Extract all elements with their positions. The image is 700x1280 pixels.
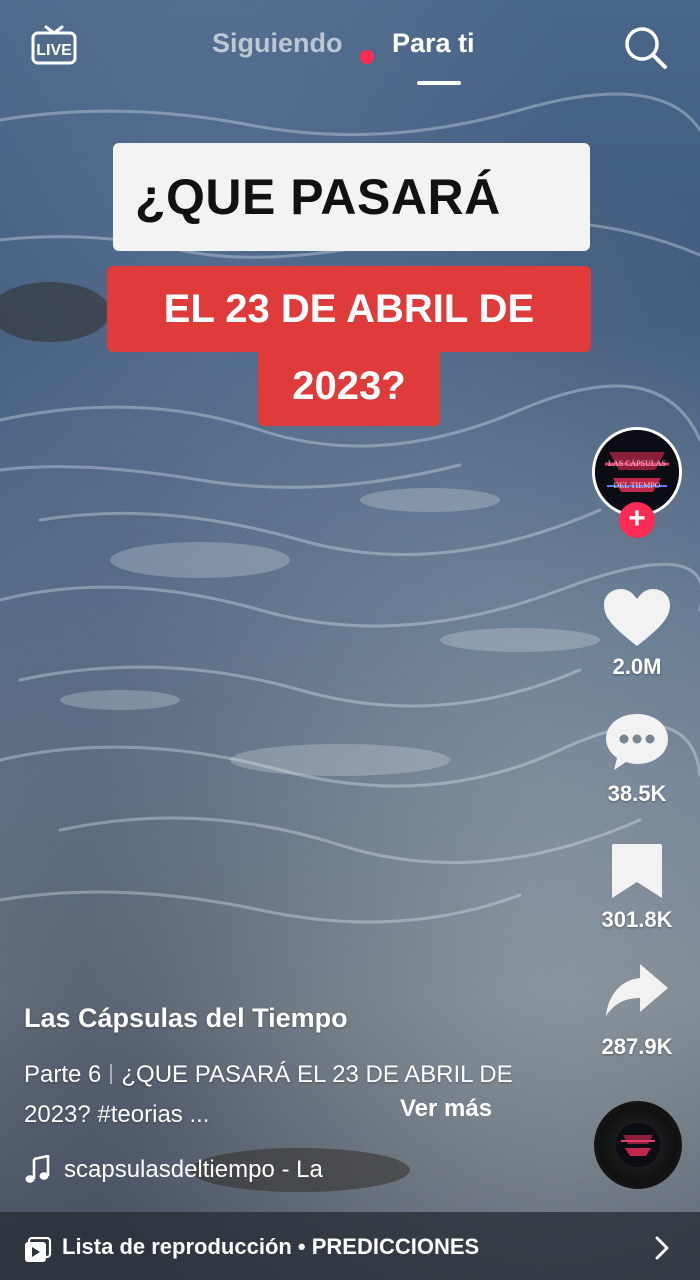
share-icon[interactable] bbox=[600, 960, 674, 1024]
playlist-icon bbox=[25, 1237, 52, 1262]
comment-count: 38.5K bbox=[607, 781, 667, 806]
active-tab-indicator bbox=[417, 81, 461, 85]
video-caption-line-1: ¿QUE PASARÁ bbox=[113, 143, 590, 251]
tab-para-ti[interactable]: Para ti bbox=[392, 28, 475, 59]
heart-icon[interactable] bbox=[600, 586, 674, 650]
music-disc[interactable] bbox=[594, 1101, 682, 1189]
playlist-label: Lista de reproducción • PREDICCIONES bbox=[62, 1234, 480, 1259]
search-icon[interactable] bbox=[622, 24, 668, 70]
see-more-link[interactable]: Ver más bbox=[400, 1095, 492, 1123]
music-disc-cover bbox=[616, 1123, 660, 1167]
like-count: 2.0M bbox=[612, 654, 662, 679]
live-icon[interactable]: LIVE bbox=[30, 24, 78, 66]
svg-text:DEL TIEMPO: DEL TIEMPO bbox=[614, 481, 661, 490]
separator bbox=[110, 1064, 113, 1084]
video-caption-line-3: 2023? bbox=[258, 348, 440, 426]
comment-icon[interactable] bbox=[600, 710, 674, 774]
music-title: scapsulasdeltiempo - La bbox=[64, 1156, 323, 1183]
notification-dot bbox=[360, 50, 374, 64]
bookmark-icon[interactable] bbox=[600, 840, 674, 904]
chevron-right-icon[interactable] bbox=[652, 1236, 672, 1260]
follow-button[interactable]: + bbox=[619, 502, 655, 538]
svg-text:LIVE: LIVE bbox=[36, 42, 72, 59]
part-label: Parte 6 bbox=[24, 1061, 102, 1088]
tab-siguiendo[interactable]: Siguiendo bbox=[212, 28, 343, 59]
video-feed-screen[interactable]: LIVE Siguiendo Para ti ¿QUE PASARÁ EL 23… bbox=[0, 0, 700, 1280]
video-caption-line-2: EL 23 DE ABRIL DE bbox=[107, 266, 591, 352]
svg-text:LAS CÁPSULAS: LAS CÁPSULAS bbox=[608, 458, 666, 468]
music-note-icon bbox=[25, 1155, 50, 1183]
share-count: 287.9K bbox=[601, 1034, 673, 1059]
author-name[interactable]: Las Cápsulas del Tiempo bbox=[24, 1003, 348, 1034]
save-count: 301.8K bbox=[601, 907, 673, 932]
playlist-bar[interactable]: Lista de reproducción • PREDICCIONES bbox=[0, 1212, 700, 1280]
